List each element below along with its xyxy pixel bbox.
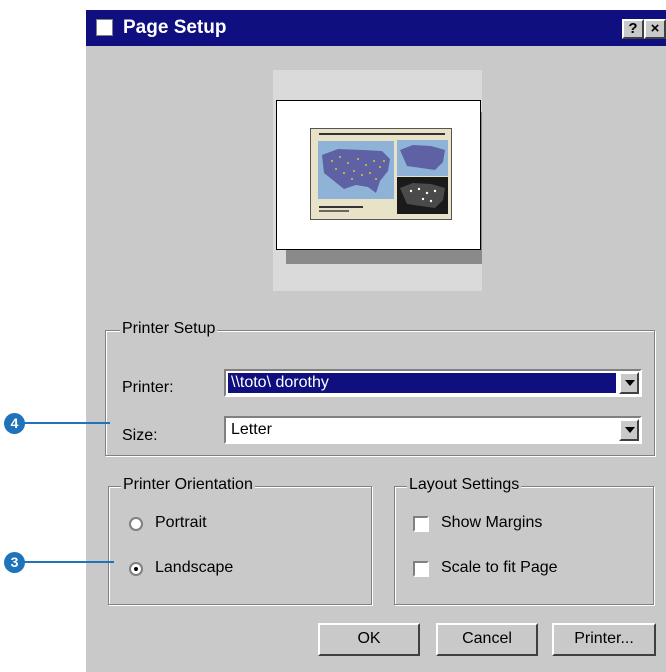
preview-page [276, 100, 481, 250]
landscape-radio[interactable] [129, 562, 143, 576]
layout-settings-group: Layout Settings Show Margins Scale to fi… [394, 476, 654, 605]
scale-to-fit-checkbox[interactable] [413, 561, 429, 577]
printer-select[interactable]: \\toto\ dorothy [224, 369, 642, 397]
chevron-down-icon[interactable] [619, 419, 639, 441]
printer-button[interactable]: Printer... [552, 623, 656, 656]
size-value: Letter [231, 421, 272, 438]
map-title-line [319, 133, 445, 135]
portrait-radio[interactable] [129, 517, 143, 531]
printer-setup-legend: Printer Setup [120, 320, 218, 338]
landscape-label[interactable]: Landscape [155, 559, 233, 577]
inset-map-image [397, 140, 448, 176]
show-margins-checkbox[interactable] [413, 516, 429, 532]
printer-label: Printer: [122, 379, 174, 396]
callout-size: 4 [4, 413, 25, 434]
size-select[interactable]: Letter [224, 416, 642, 444]
printer-orientation-legend: Printer Orientation [121, 476, 255, 494]
chevron-down-icon[interactable] [619, 372, 639, 394]
callout-size-leader [24, 422, 110, 424]
show-margins-label[interactable]: Show Margins [441, 514, 542, 532]
ok-button[interactable]: OK [318, 623, 420, 656]
help-button[interactable]: ? [622, 19, 644, 39]
scale-to-fit-label[interactable]: Scale to fit Page [441, 559, 558, 577]
main-map-image [318, 141, 394, 199]
page-preview [273, 70, 482, 291]
dialog-title: Page Setup [123, 17, 227, 38]
close-button[interactable]: × [644, 19, 666, 39]
window-icon [96, 19, 113, 36]
size-label: Size: [122, 427, 158, 444]
cancel-button[interactable]: Cancel [436, 623, 538, 656]
callout-orientation: 3 [4, 552, 25, 573]
printer-value: \\toto\ dorothy [228, 373, 616, 393]
printer-orientation-group: Printer Orientation Portrait Landscape [108, 476, 372, 605]
page-setup-dialog: Page Setup ? × Printer Setup Printer: \\… [86, 10, 666, 672]
layout-settings-legend: Layout Settings [407, 476, 522, 494]
portrait-label[interactable]: Portrait [155, 514, 207, 532]
callout-orientation-leader [24, 561, 114, 563]
title-bar[interactable]: Page Setup ? × [86, 10, 666, 46]
inset-map-image [397, 177, 448, 214]
printer-setup-group: Printer Setup Printer: \\toto\ dorothy S… [105, 320, 655, 456]
map-legend-graphic [319, 206, 363, 212]
map-layout-thumbnail [310, 128, 452, 220]
